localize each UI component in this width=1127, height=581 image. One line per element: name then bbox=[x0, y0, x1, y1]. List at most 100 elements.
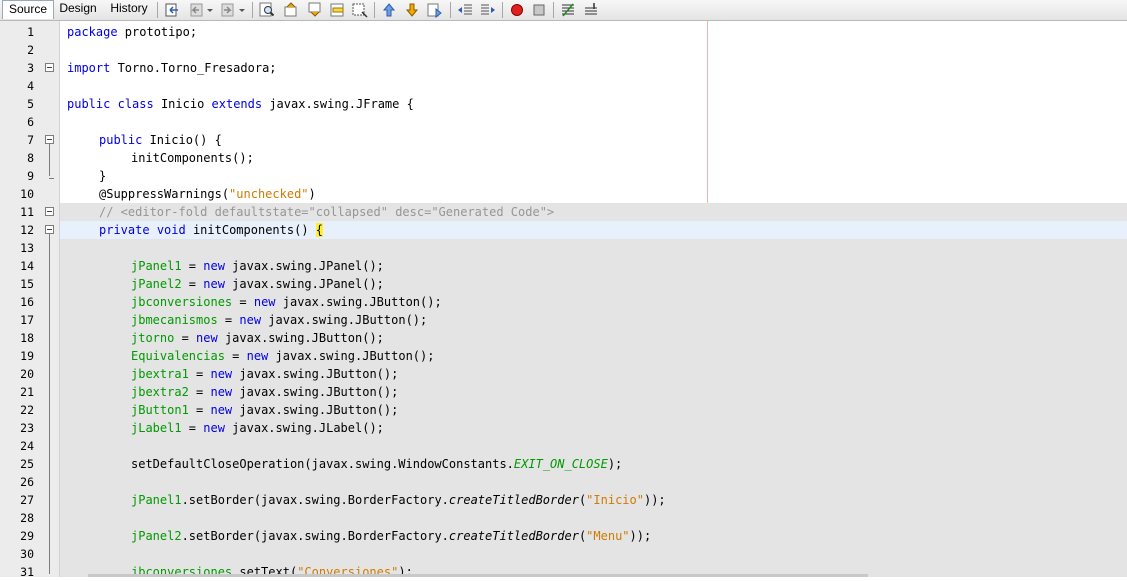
fold-toggle-icon[interactable] bbox=[45, 207, 54, 216]
find-previous-icon[interactable] bbox=[283, 2, 299, 18]
code-line-29[interactable]: jPanel2.setBorder(javax.swing.BorderFact… bbox=[60, 527, 1127, 545]
code-line-16[interactable]: jbconversiones = new javax.swing.JButton… bbox=[60, 293, 1127, 311]
toggle-bookmark-icon[interactable] bbox=[427, 2, 443, 18]
code-line-10[interactable]: @SuppressWarnings("unchecked") bbox=[60, 185, 1127, 203]
line-number: 9 bbox=[27, 169, 34, 183]
code-line-12[interactable]: private void initComponents() { bbox=[60, 221, 1127, 239]
line-number: 14 bbox=[20, 259, 34, 273]
back-icon[interactable] bbox=[189, 2, 205, 18]
keyword: package bbox=[67, 25, 118, 39]
code-line-8[interactable]: initComponents(); bbox=[60, 149, 1127, 167]
code-text: javax.swing.JFrame { bbox=[262, 97, 414, 111]
shift-right-icon[interactable] bbox=[480, 2, 496, 18]
line-number: 29 bbox=[20, 529, 34, 543]
forward-icon[interactable] bbox=[220, 2, 236, 18]
code-line-22[interactable]: jButton1 = new javax.swing.JButton(); bbox=[60, 401, 1127, 419]
code-line-15[interactable]: jPanel2 = new javax.swing.JPanel(); bbox=[60, 275, 1127, 293]
line-number: 12 bbox=[20, 223, 34, 237]
line-number: 23 bbox=[20, 421, 34, 435]
code-line-5[interactable]: public class Inicio extends javax.swing.… bbox=[60, 95, 1127, 113]
line-number: 25 bbox=[20, 457, 34, 471]
fold-toggle-icon[interactable] bbox=[45, 225, 54, 234]
code-text: ) bbox=[308, 187, 316, 201]
code-line-14[interactable]: jPanel1 = new javax.swing.JPanel(); bbox=[60, 257, 1127, 275]
code-line-20[interactable]: jbextra1 = new javax.swing.JButton(); bbox=[60, 365, 1127, 383]
comment-icon[interactable] bbox=[560, 2, 576, 18]
string-literal: "Menu" bbox=[586, 529, 630, 543]
code-line-19[interactable]: Equivalencias = new javax.swing.JButton(… bbox=[60, 347, 1127, 365]
code-line-17[interactable]: jbmecanismos = new javax.swing.JButton()… bbox=[60, 311, 1127, 329]
keyword: new bbox=[246, 349, 269, 363]
line-number: 10 bbox=[20, 187, 34, 201]
field-name: jbextra2 bbox=[131, 385, 189, 399]
keyword: new bbox=[203, 259, 225, 273]
find-icon[interactable] bbox=[259, 2, 275, 18]
matched-brace: { bbox=[315, 223, 323, 237]
string-literal: "Inicio" bbox=[586, 493, 644, 507]
tab-design[interactable]: Design bbox=[56, 0, 100, 19]
string-literal: "unchecked" bbox=[229, 187, 309, 201]
code-line-3[interactable]: import Torno.Torno_Fresadora; bbox=[60, 59, 1127, 77]
field-name: jButton1 bbox=[131, 403, 189, 417]
previous-bookmark-icon[interactable] bbox=[381, 2, 397, 18]
field-name: jbmecanismos bbox=[131, 313, 218, 327]
code-line-27[interactable]: jPanel1.setBorder(javax.swing.BorderFact… bbox=[60, 491, 1127, 509]
line-number: 30 bbox=[20, 547, 34, 561]
keyword: class bbox=[117, 97, 154, 111]
code-line-23[interactable]: jLabel1 = new javax.swing.JLabel(); bbox=[60, 419, 1127, 437]
uncomment-icon[interactable] bbox=[583, 2, 599, 18]
field-name: jPanel2 bbox=[131, 277, 182, 291]
shift-left-icon[interactable] bbox=[457, 2, 473, 18]
field-name: jtorno bbox=[131, 331, 175, 345]
editor-toolbar: Source Design History bbox=[0, 0, 1127, 21]
last-edit-icon[interactable] bbox=[164, 2, 180, 18]
keyword: new bbox=[210, 403, 233, 417]
code-text: initComponents(); bbox=[131, 151, 254, 165]
field-name: Equivalencias bbox=[131, 349, 225, 363]
keyword: new bbox=[210, 385, 233, 399]
keyword: public bbox=[67, 97, 111, 111]
code-editor[interactable]: package prototipo; import Torno.Torno_Fr… bbox=[60, 21, 1127, 577]
chevron-down-icon[interactable] bbox=[237, 2, 247, 18]
fold-end-marker bbox=[49, 178, 54, 179]
line-number: 18 bbox=[20, 331, 34, 345]
toggle-highlight-icon[interactable] bbox=[330, 2, 346, 18]
code-line-9[interactable]: } bbox=[60, 167, 1127, 185]
tab-source[interactable]: Source bbox=[2, 0, 54, 19]
line-number: 22 bbox=[20, 403, 34, 417]
start-macro-icon[interactable] bbox=[509, 2, 525, 18]
line-number: 16 bbox=[20, 295, 34, 309]
line-number: 5 bbox=[27, 97, 34, 111]
field-name: jPanel1 bbox=[131, 493, 182, 507]
tab-history[interactable]: History bbox=[106, 0, 152, 19]
code-line-7[interactable]: public Inicio() { bbox=[60, 131, 1127, 149]
line-number: 26 bbox=[20, 475, 34, 489]
fold-toggle-icon[interactable] bbox=[45, 135, 54, 144]
line-number: 4 bbox=[27, 79, 34, 93]
code-line-18[interactable]: jtorno = new javax.swing.JButton(); bbox=[60, 329, 1127, 347]
fold-toggle-icon[interactable] bbox=[45, 63, 54, 72]
find-next-icon[interactable] bbox=[307, 2, 323, 18]
toolbar-separator bbox=[374, 2, 375, 18]
code-line-1[interactable]: package prototipo; bbox=[60, 23, 1127, 41]
line-number: 7 bbox=[27, 133, 34, 147]
fold-guide bbox=[49, 144, 50, 176]
code-text: prototipo; bbox=[117, 25, 198, 39]
annotation: @SuppressWarnings( bbox=[99, 187, 230, 201]
code-line-21[interactable]: jbextra2 = new javax.swing.JButton(); bbox=[60, 383, 1127, 401]
line-number: 28 bbox=[20, 511, 34, 525]
keyword: public bbox=[99, 133, 143, 147]
toolbar-separator bbox=[553, 2, 554, 18]
keyword: new bbox=[210, 367, 233, 381]
static-method: createTitledBorder bbox=[448, 529, 579, 543]
next-bookmark-icon[interactable] bbox=[404, 2, 420, 18]
find-selection-icon[interactable] bbox=[352, 2, 368, 18]
line-number: 8 bbox=[27, 151, 34, 165]
code-line-11[interactable]: // <editor-fold defaultstate="collapsed"… bbox=[60, 203, 1127, 221]
field-name: jbextra1 bbox=[131, 367, 189, 381]
code-line-25[interactable]: setDefaultCloseOperation(javax.swing.Win… bbox=[60, 455, 1127, 473]
stop-macro-icon[interactable] bbox=[531, 2, 547, 18]
line-number: 31 bbox=[20, 565, 34, 579]
chevron-down-icon[interactable] bbox=[205, 2, 215, 18]
code-text: } bbox=[99, 169, 107, 183]
